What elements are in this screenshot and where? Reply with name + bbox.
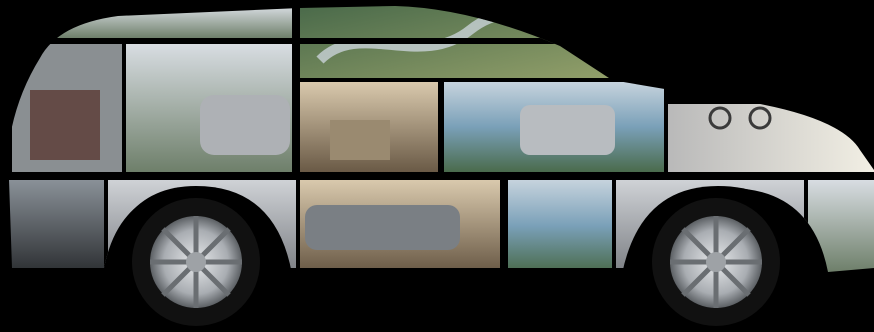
photo-dashboard-interior [8, 180, 104, 272]
front-wheel [132, 198, 260, 326]
collage-stage [0, 0, 874, 332]
photo-window-view-ocean [508, 180, 612, 272]
rear-wheel [652, 198, 780, 326]
suv-silhouette-collage [0, 0, 874, 332]
